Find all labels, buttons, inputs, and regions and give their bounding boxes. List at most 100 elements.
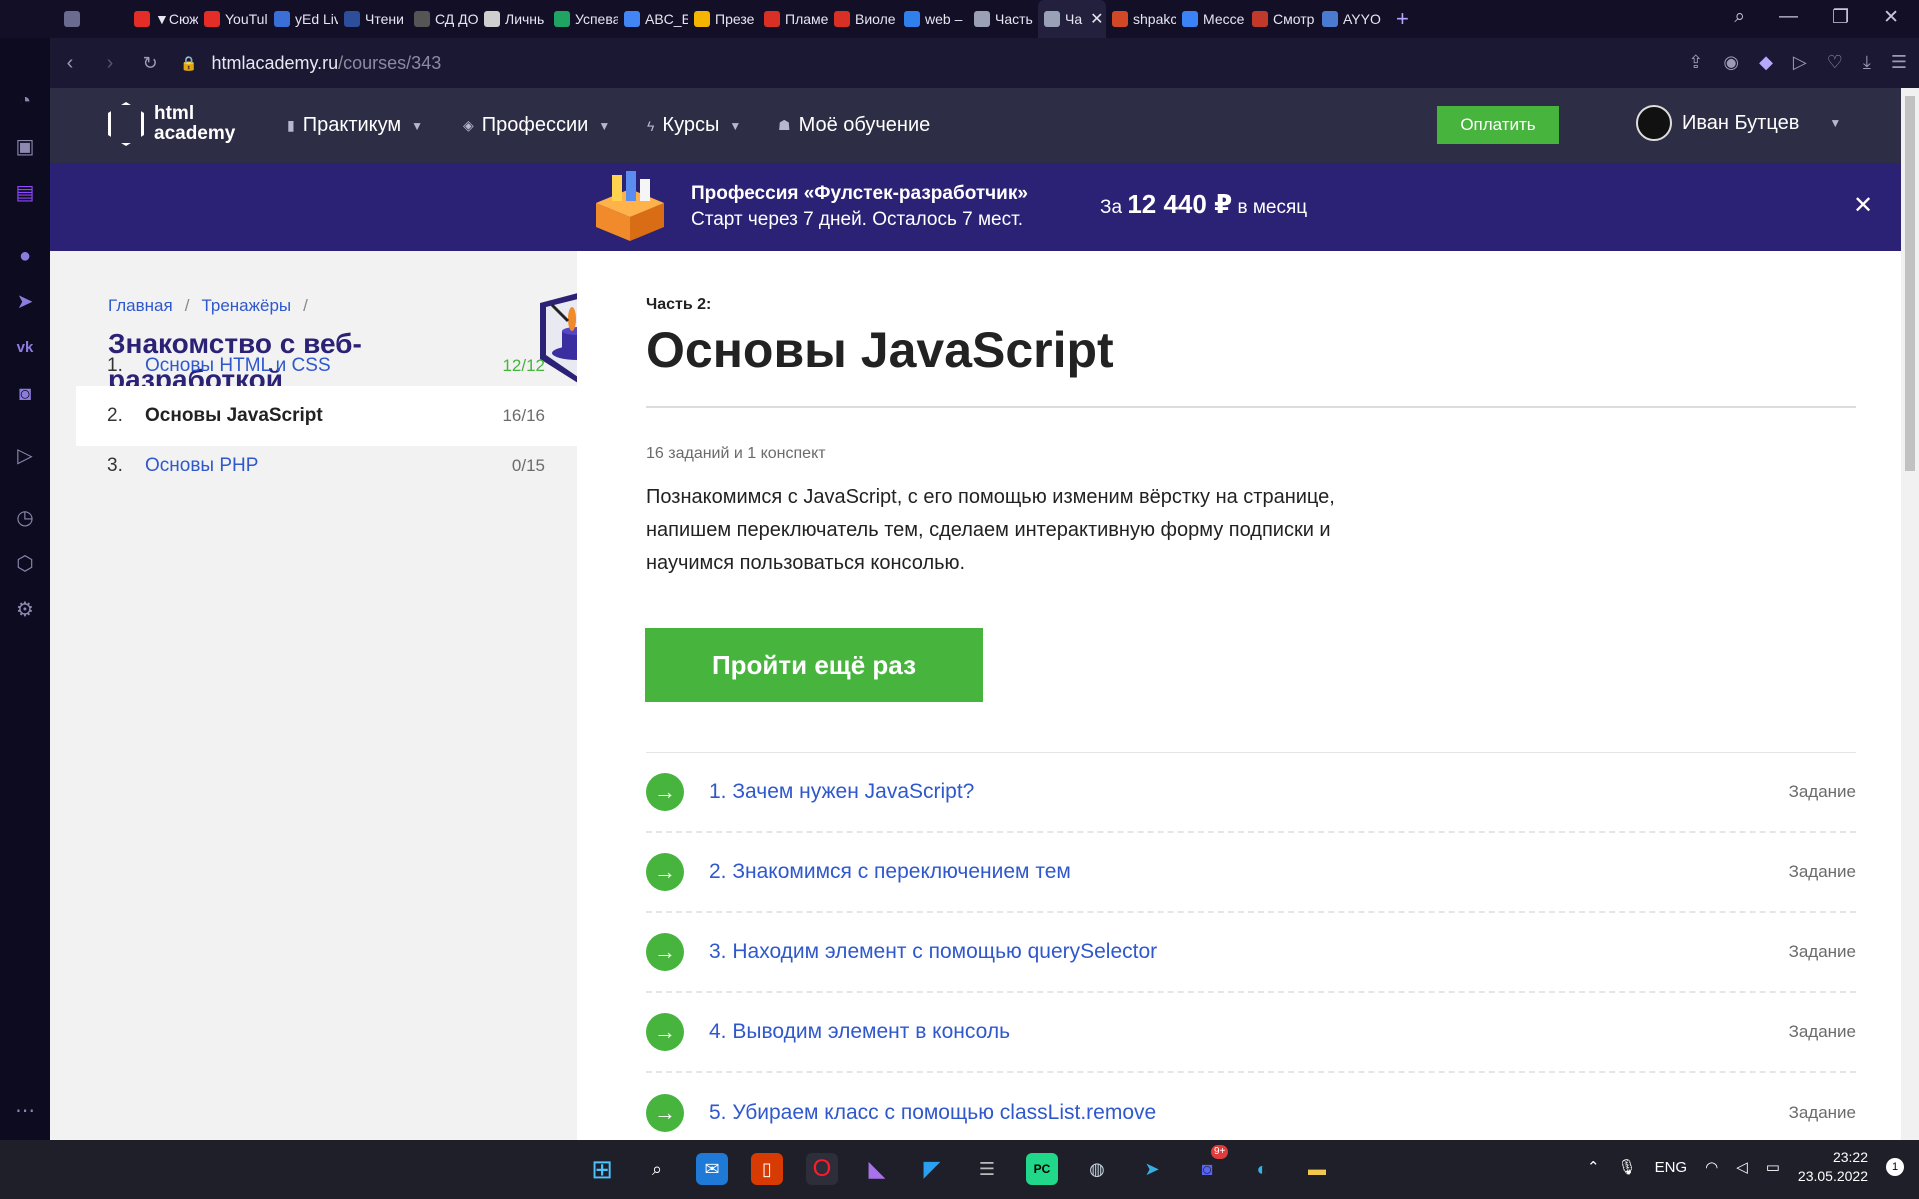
telegram-icon[interactable]: ➤ [1136, 1153, 1168, 1185]
database-icon[interactable]: ☰ [971, 1153, 1003, 1185]
browser-tab[interactable]: yEd Liv [268, 0, 338, 38]
close-window-icon[interactable]: ✕ [1883, 6, 1899, 29]
shopping-icon[interactable]: ▣ [12, 134, 38, 160]
browser-tab[interactable]: Личнь [478, 0, 548, 38]
visual-studio-icon[interactable]: ◣ [861, 1153, 893, 1185]
easy-setup-icon[interactable]: ☰ [1891, 52, 1907, 73]
snapshot-icon[interactable]: ◉ [1723, 52, 1739, 73]
task-row[interactable]: → 2. Знакомимся с переключением тем Зада… [646, 833, 1856, 913]
player-icon[interactable]: ▷ [12, 443, 38, 469]
retry-button[interactable]: Пройти ещё раз [645, 628, 983, 702]
nav-practicum[interactable]: ▮ Практикум ▼ [287, 114, 423, 137]
browser-tab[interactable]: shpakc [1106, 0, 1176, 38]
task-row[interactable]: → 1. Зачем нужен JavaScript? Задание [646, 753, 1856, 833]
search-icon[interactable]: ⌕ [641, 1153, 673, 1185]
history-icon[interactable]: ◷ [12, 505, 38, 531]
task-title[interactable]: 3. Находим элемент с помощью querySelect… [709, 940, 1789, 964]
task-title[interactable]: 4. Выводим элемент в консоль [709, 1020, 1789, 1044]
opera-icon[interactable]: O [806, 1153, 838, 1185]
discord-icon[interactable]: ◙ [12, 381, 38, 407]
breadcrumb-home[interactable]: Главная [108, 296, 173, 315]
mail-icon[interactable]: ✉ [696, 1153, 728, 1185]
extensions-icon[interactable]: ⬡ [12, 551, 38, 577]
battery-icon[interactable]: ▭ [1766, 1158, 1780, 1176]
browser-tab[interactable]: Чтени [338, 0, 408, 38]
browser-tab[interactable]: ▼Сюж [128, 0, 198, 38]
share-icon[interactable]: ⇪ [1688, 52, 1703, 73]
download-icon[interactable]: ⤓ [1863, 52, 1871, 73]
browser-tab[interactable]: Виоле [828, 0, 898, 38]
telegram-icon[interactable]: ➤ [12, 289, 38, 315]
windows-start-icon[interactable]: ⊞ [586, 1153, 618, 1185]
browser-tab[interactable]: СД ДО.СК [408, 0, 478, 38]
language-indicator[interactable]: ENG [1655, 1159, 1688, 1176]
user-menu[interactable]: Иван Бутцев ▼ [1636, 105, 1841, 141]
more-icon[interactable]: ⋯ [12, 1098, 38, 1124]
steam-icon[interactable]: ◍ [1081, 1153, 1113, 1185]
twitch-icon[interactable]: ▤ [12, 180, 38, 206]
browser-tab[interactable]: ABC_Б [618, 0, 688, 38]
browser-tab[interactable]: Пламе [758, 0, 828, 38]
site-header: html academy ▮ Практикум ▼ ◈ Профессии ▼ ϟ Ку… [50, 88, 1901, 163]
pay-button[interactable]: Оплатить [1437, 106, 1559, 144]
lesson-item[interactable]: 3. Основы PHP 0/15 [76, 436, 577, 496]
task-title[interactable]: 5. Убираем класс с помощью classList.rem… [709, 1101, 1789, 1125]
vpn-icon[interactable]: ◆ [1759, 52, 1773, 73]
nav-professions[interactable]: ◈ Профессии ▼ [463, 114, 610, 137]
browser-tab[interactable]: Мессе [1176, 0, 1246, 38]
clock[interactable]: 23:22 23.05.2022 [1798, 1148, 1868, 1186]
pycharm-icon[interactable]: PC [1026, 1153, 1058, 1185]
browser-tab[interactable]: AYYO [1316, 0, 1386, 38]
volume-icon[interactable]: ◁ [1736, 1158, 1748, 1176]
reload-icon[interactable]: ↻ [130, 53, 170, 74]
chevron-up-icon[interactable]: ⌃ [1587, 1158, 1600, 1176]
heart-icon[interactable]: ♡ [1827, 52, 1843, 73]
wifi-icon[interactable]: ◠ [1705, 1158, 1718, 1176]
url-field[interactable]: htmlacademy.ru/courses/343 [211, 53, 441, 74]
discord-icon[interactable]: ◙ 9+ [1191, 1145, 1229, 1185]
browser-tab[interactable]: Успева [548, 0, 618, 38]
vscode-icon[interactable]: ◤ [916, 1153, 948, 1185]
browser-tab[interactable]: web – [898, 0, 968, 38]
settings-icon[interactable]: ⚙ [12, 597, 38, 623]
whatsapp-icon[interactable]: ● [12, 243, 38, 269]
task-row[interactable]: → 4. Выводим элемент в консоль Задание [646, 993, 1856, 1073]
browser-tab[interactable]: YouTul [198, 0, 268, 38]
search-tabs-icon[interactable]: ⌕ [1734, 6, 1745, 29]
site-logo[interactable]: html academy [108, 102, 235, 146]
edge-icon[interactable]: ◐ [1246, 1153, 1278, 1185]
office-icon[interactable]: ▯ [751, 1153, 783, 1185]
tab-favicon-icon [764, 11, 780, 27]
tab-title: Личнь [505, 11, 545, 27]
browser-tab[interactable] [58, 0, 128, 38]
promo-banner[interactable]: Профессия «Фулстек-разработчик» Старт че… [50, 163, 1901, 251]
browser-tab[interactable]: Смотр [1246, 0, 1316, 38]
new-tab-icon[interactable]: + [1396, 6, 1409, 32]
back-icon[interactable]: ‹ [50, 52, 90, 75]
close-icon[interactable]: ✕ [1853, 191, 1873, 220]
speed-dial-icon[interactable]: ◔ [12, 88, 38, 114]
minimize-icon[interactable]: — [1779, 6, 1798, 29]
vk-icon[interactable]: vk [12, 335, 38, 361]
nav-courses[interactable]: ϟ Курсы ▼ [647, 114, 741, 137]
page-scrollbar[interactable] [1901, 88, 1919, 1140]
file-explorer-icon[interactable]: ▬ [1301, 1153, 1333, 1185]
lesson-progress: 0/15 [511, 456, 545, 475]
forward-icon[interactable]: › [90, 52, 130, 75]
task-title[interactable]: 2. Знакомимся с переключением тем [709, 860, 1789, 884]
notification-count[interactable]: 1 [1886, 1158, 1904, 1176]
browser-tab-active[interactable]: Ча ✕ [1038, 0, 1106, 38]
task-title[interactable]: 1. Зачем нужен JavaScript? [709, 780, 1789, 804]
scrollbar-thumb[interactable] [1905, 96, 1915, 471]
nav-my-learning[interactable]: ☗ Моё обучение [778, 114, 930, 137]
browser-tab[interactable]: Презе [688, 0, 758, 38]
close-tab-icon[interactable]: ✕ [1090, 9, 1103, 29]
task-row[interactable]: → 3. Находим элемент с помощью querySele… [646, 913, 1856, 993]
tab-title: ▼Сюж [155, 11, 198, 27]
breadcrumb-trainers[interactable]: Тренажёры [201, 296, 291, 315]
restore-icon[interactable]: ❐ [1832, 6, 1849, 29]
send-icon[interactable]: ▷ [1793, 52, 1807, 73]
browser-tab[interactable]: Часть [968, 0, 1038, 38]
user-name: Иван Бутцев [1682, 111, 1800, 134]
microphone-icon[interactable]: 🎙 [1618, 1158, 1637, 1176]
